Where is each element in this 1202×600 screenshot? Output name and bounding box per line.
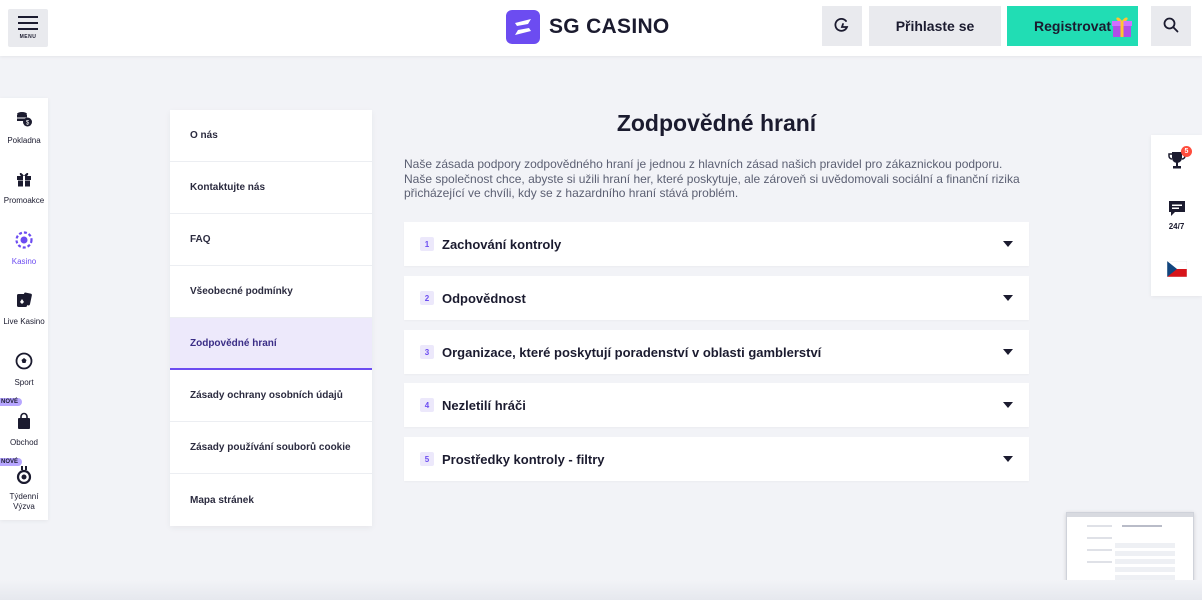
side-menu-item-active[interactable]: Zodpovědné hraní bbox=[170, 318, 372, 370]
info-side-menu: O nás Kontaktujte nás FAQ Všeobecné podm… bbox=[170, 110, 372, 526]
menu-button[interactable]: MENU bbox=[8, 9, 48, 47]
chevron-down-icon bbox=[1003, 295, 1013, 301]
new-badge: NOVÉ bbox=[0, 458, 23, 466]
accordion-title: Prostředky kontroly - filtry bbox=[442, 451, 605, 467]
thumb-accordion bbox=[1115, 551, 1175, 556]
nav-kasino-label: Kasino bbox=[11, 257, 37, 266]
thumb-accordion bbox=[1115, 567, 1175, 572]
coins-icon: $ bbox=[15, 110, 33, 133]
side-menu-item[interactable]: Všeobecné podmínky bbox=[170, 266, 372, 318]
promo-code-button[interactable] bbox=[822, 6, 862, 46]
side-menu-item[interactable]: Kontaktujte nás bbox=[170, 162, 372, 214]
accordion-item[interactable]: 5 Prostředky kontroly - filtry bbox=[404, 437, 1029, 481]
thumb-accordion bbox=[1115, 559, 1175, 564]
menu-label: MENU bbox=[19, 34, 37, 40]
side-menu-item[interactable]: Zásady ochrany osobních údajů bbox=[170, 370, 372, 422]
nav-pokladna-label: Pokladna bbox=[7, 136, 41, 145]
chevron-down-icon bbox=[1003, 241, 1013, 247]
accordion-item[interactable]: 3 Organizace, které poskytují poradenstv… bbox=[404, 330, 1029, 374]
nav-pokladna[interactable]: $ Pokladna bbox=[0, 110, 48, 146]
nav-live-kasino[interactable]: Live Kasino bbox=[0, 291, 48, 327]
search-button[interactable] bbox=[1151, 6, 1191, 46]
logo[interactable]: SG CASINO bbox=[506, 10, 670, 44]
accordion-title: Organizace, které poskytují poradenství … bbox=[442, 344, 822, 360]
side-menu-item[interactable]: O nás bbox=[170, 110, 372, 162]
accordion-item[interactable]: 4 Nezletilí hráči bbox=[404, 383, 1029, 427]
intro-text: Naše zásada podpory zodpovědného hraní j… bbox=[404, 157, 1020, 200]
accordion-title: Zachování kontroly bbox=[442, 236, 562, 252]
new-badge: NOVÉ bbox=[0, 398, 23, 406]
accordion-item[interactable]: 2 Odpovědnost bbox=[404, 276, 1029, 320]
nav-sport[interactable]: Sport bbox=[0, 352, 48, 388]
thumb-line bbox=[1122, 525, 1162, 527]
chat-label: 24/7 bbox=[1168, 222, 1185, 231]
logo-text: SG CASINO bbox=[549, 15, 670, 38]
nav-promoakce[interactable]: Promoakce bbox=[0, 170, 48, 206]
gift-icon bbox=[1110, 15, 1134, 39]
page-title: Zodpovědné hraní bbox=[616, 110, 817, 136]
accordion-number: 1 bbox=[420, 237, 434, 251]
accordion-number: 5 bbox=[420, 452, 434, 466]
search-icon bbox=[1163, 17, 1179, 36]
hamburger-icon bbox=[18, 16, 38, 30]
cards-icon bbox=[15, 291, 33, 314]
thumb-line bbox=[1087, 537, 1112, 539]
live-chat-button[interactable] bbox=[1168, 199, 1186, 222]
left-nav: $ Pokladna Promoakce Kasino Live Kasino … bbox=[0, 98, 48, 520]
bottom-fade bbox=[0, 580, 1202, 600]
side-menu-item[interactable]: Mapa stránek bbox=[170, 474, 372, 526]
accordion-number: 2 bbox=[420, 291, 434, 305]
trophy-count-badge: 5 bbox=[1181, 146, 1192, 157]
logo-mark-icon bbox=[506, 10, 540, 44]
accordion-title: Odpovědnost bbox=[442, 290, 526, 306]
register-label: Registrovat bbox=[1034, 18, 1112, 34]
trophy-icon bbox=[1168, 152, 1186, 174]
language-selector[interactable] bbox=[1166, 260, 1188, 282]
accordion-item[interactable]: 1 Zachování kontroly bbox=[404, 222, 1029, 266]
side-menu-item[interactable]: FAQ bbox=[170, 214, 372, 266]
czech-flag-icon bbox=[1166, 260, 1188, 281]
thumb-line bbox=[1087, 549, 1112, 551]
soccer-ball-icon bbox=[15, 352, 33, 375]
header: MENU SG CASINO Přihlaste se Registrovat bbox=[0, 0, 1202, 56]
nav-sport-label: Sport bbox=[14, 378, 34, 387]
shopping-bag-icon bbox=[15, 412, 33, 435]
right-panel: 5 24/7 bbox=[1151, 135, 1202, 296]
thumb-line bbox=[1087, 525, 1112, 527]
casino-chip-icon bbox=[15, 231, 33, 254]
nav-promoakce-label: Promoakce bbox=[3, 196, 45, 205]
promo-swirl-icon bbox=[833, 16, 851, 37]
nav-kasino[interactable]: Kasino bbox=[0, 231, 48, 267]
chevron-down-icon bbox=[1003, 456, 1013, 462]
thumb-accordion bbox=[1115, 543, 1175, 548]
chat-icon bbox=[1168, 201, 1186, 221]
accordion-title: Nezletilí hráči bbox=[442, 397, 526, 413]
chevron-down-icon bbox=[1003, 402, 1013, 408]
gift-icon bbox=[15, 170, 33, 193]
nav-obchod-label: Obchod bbox=[9, 438, 39, 447]
accordion-number: 3 bbox=[420, 345, 434, 359]
nav-tydenni-vyzva-label: Týdenní Výzva bbox=[9, 492, 39, 511]
thumb-line bbox=[1087, 561, 1112, 563]
nav-tydenni-vyzva[interactable]: Týdenní Výzva bbox=[0, 466, 48, 512]
medal-icon bbox=[15, 466, 33, 489]
accordion-number: 4 bbox=[420, 398, 434, 412]
login-button[interactable]: Přihlaste se bbox=[869, 6, 1001, 46]
register-button[interactable]: Registrovat bbox=[1007, 6, 1138, 46]
chevron-down-icon bbox=[1003, 349, 1013, 355]
side-menu-item[interactable]: Zásady používání souborů cookie bbox=[170, 422, 372, 474]
thumb-toolbar bbox=[1067, 513, 1193, 517]
nav-live-kasino-label: Live Kasino bbox=[3, 317, 45, 326]
nav-obchod[interactable]: Obchod bbox=[0, 412, 48, 448]
